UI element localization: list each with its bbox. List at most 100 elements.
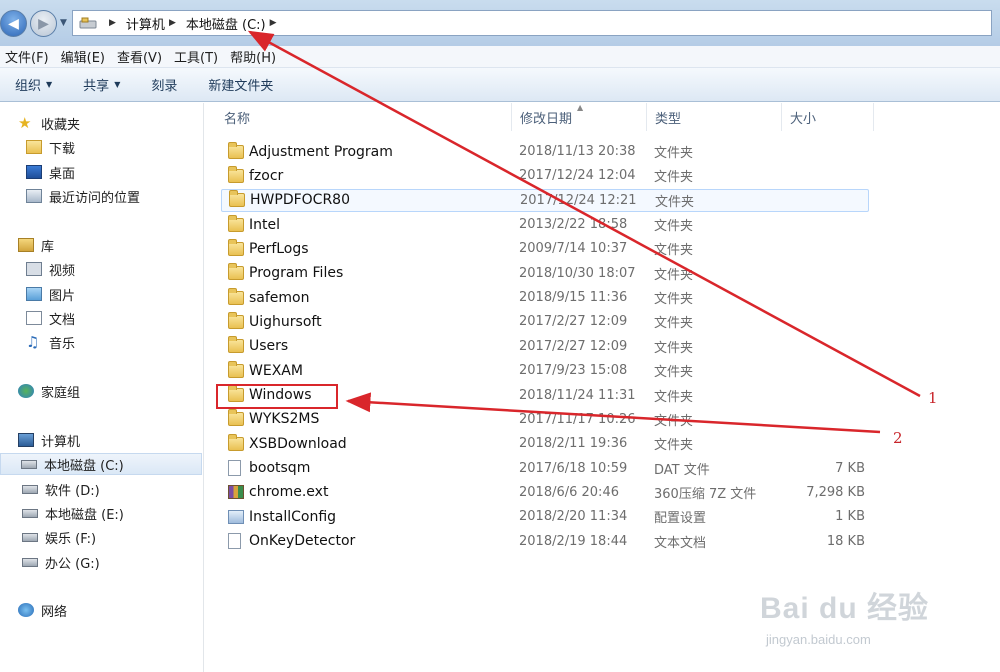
star-icon: ★ — [18, 114, 32, 132]
file-type: 文件夹 — [654, 292, 694, 308]
recent-pages-dropdown[interactable]: ▼ — [60, 18, 67, 28]
download-folder-icon — [26, 140, 42, 154]
breadcrumb-chevron-icon[interactable]: ▶ — [169, 18, 176, 28]
menu-edit[interactable]: 编辑(E) — [56, 47, 112, 66]
file-type: 文件夹 — [654, 267, 694, 283]
menu-view[interactable]: 查看(V) — [112, 47, 169, 66]
sidebar-item-drive-f[interactable]: 娱乐 (F:) — [22, 526, 96, 548]
file-row-perflogs[interactable]: PerfLogs 2009/7/14 10:37 文件夹 — [221, 237, 869, 260]
sidebar-favorites[interactable]: ★ 收藏夹 — [18, 112, 80, 134]
file-icon — [228, 460, 241, 477]
file-row-program-files[interactable]: Program Files 2018/10/30 18:07 文件夹 — [221, 262, 869, 285]
file-modified-date: 2009/7/14 10:37 — [519, 241, 628, 257]
breadcrumb-drive-c[interactable]: 本地磁盘 (C:) — [186, 14, 266, 33]
file-modified-date: 2018/11/13 20:38 — [519, 144, 636, 159]
archive-icon — [228, 485, 244, 500]
watermark-logo: Bai du 经验 — [760, 592, 930, 625]
folder-icon — [228, 214, 244, 232]
sidebar-item-documents[interactable]: 文档 — [26, 307, 75, 329]
sidebar-item-recent[interactable]: 最近访问的位置 — [26, 185, 140, 207]
file-row-intel[interactable]: Intel 2013/2/22 18:58 文件夹 — [221, 213, 869, 236]
file-row-fzocr[interactable]: fzocr 2017/12/24 12:04 文件夹 — [221, 164, 869, 187]
back-button[interactable]: ◀ — [0, 10, 27, 37]
folder-icon — [228, 287, 244, 305]
navigation-pane: ★ 收藏夹 下载 桌面 最近访问的位置 库 视频 图片 文档 ♫ 音乐 家庭组 … — [0, 103, 204, 672]
sidebar-network[interactable]: 网络 — [18, 599, 67, 621]
folder-icon — [228, 311, 244, 329]
breadcrumb-chevron-icon[interactable]: ▶ — [109, 18, 116, 28]
file-row-hwpdfocr80[interactable]: HWPDFOCR80 2017/12/24 12:21 文件夹 — [221, 188, 869, 212]
sidebar-item-drive-d[interactable]: 软件 (D:) — [22, 478, 100, 500]
sidebar-item-videos[interactable]: 视频 — [26, 258, 75, 280]
folder-icon — [228, 433, 244, 451]
sidebar-item-downloads[interactable]: 下载 — [26, 136, 75, 158]
organize-button[interactable]: 组织 ▼ — [15, 75, 52, 94]
forward-button[interactable]: ▶ — [30, 10, 57, 37]
folder-icon — [228, 336, 244, 354]
file-row-bootsqm[interactable]: bootsqm 2017/6/18 10:59 DAT 文件 7 KB — [221, 457, 869, 480]
file-type: 文件夹 — [655, 194, 695, 210]
file-name: Uighursoft — [249, 313, 322, 330]
address-bar[interactable]: ▶ 计算机 ▶ 本地磁盘 (C:) ▶ — [72, 10, 992, 36]
file-row-onkeydetector[interactable]: OnKeyDetector 2018/2/19 18:44 文本文档 18 KB — [221, 530, 869, 553]
caret-down-icon: ▼ — [114, 80, 121, 89]
watermark-url: jingyan.baidu.com — [766, 632, 871, 647]
file-name: Users — [249, 338, 289, 355]
file-type: 文件夹 — [654, 365, 694, 381]
drive-icon — [22, 557, 38, 567]
file-name: Intel — [249, 216, 280, 233]
file-type: 文件夹 — [654, 219, 694, 235]
file-row-uighursoft[interactable]: Uighursoft 2017/2/27 12:09 文件夹 — [221, 310, 869, 333]
column-type[interactable]: 类型 — [647, 103, 782, 131]
sidebar-item-drive-c[interactable]: 本地磁盘 (C:) — [0, 453, 202, 475]
menu-tools[interactable]: 工具(T) — [169, 47, 225, 66]
sidebar-item-desktop[interactable]: 桌面 — [26, 161, 75, 183]
breadcrumb-chevron-icon[interactable]: ▶ — [270, 18, 277, 28]
sidebar-item-pictures[interactable]: 图片 — [26, 283, 75, 305]
text-file-icon — [228, 533, 241, 550]
file-type: 文件夹 — [654, 146, 694, 161]
burn-button[interactable]: 刻录 — [151, 75, 177, 94]
column-header-row: ▲ 名称 修改日期 类型 大小 — [216, 103, 1000, 131]
file-modified-date: 2017/12/24 12:21 — [520, 192, 637, 208]
file-modified-date: 2017/2/27 12:09 — [519, 314, 628, 330]
file-type: 文件夹 — [654, 243, 694, 259]
folder-icon — [228, 141, 244, 159]
folder-icon — [228, 238, 244, 256]
share-button[interactable]: 共享 ▼ — [83, 75, 120, 94]
file-type: 360压缩 7Z 文件 — [654, 486, 757, 502]
column-size[interactable]: 大小 — [782, 103, 874, 131]
sidebar-homegroup[interactable]: 家庭组 — [18, 380, 80, 402]
file-row-wyks2ms[interactable]: WYKS2MS 2017/11/17 10:26 文件夹 — [221, 408, 869, 431]
column-name[interactable]: 名称 — [216, 103, 512, 131]
annotation-highlight-box — [216, 384, 338, 409]
title-bar: ◀ ▶ ▼ ▶ 计算机 ▶ 本地磁盘 (C:) ▶ — [0, 0, 1000, 46]
file-name: Program Files — [249, 265, 344, 282]
sidebar-libraries[interactable]: 库 — [18, 234, 54, 256]
file-row-adjustment-program[interactable]: Adjustment Program 2018/11/13 20:38 文件夹 — [221, 140, 869, 163]
new-folder-button[interactable]: 新建文件夹 — [208, 75, 273, 94]
menu-file[interactable]: 文件(F) — [0, 47, 56, 66]
sidebar-item-music[interactable]: ♫ 音乐 — [26, 331, 75, 353]
menu-help[interactable]: 帮助(H) — [225, 47, 283, 66]
file-name: chrome.ext — [249, 484, 329, 501]
file-row-wexam[interactable]: WEXAM 2017/9/23 15:08 文件夹 — [221, 359, 869, 382]
sidebar-computer[interactable]: 计算机 — [18, 429, 80, 451]
file-name: fzocr — [249, 167, 284, 184]
file-row-xsbdownload[interactable]: XSBDownload 2018/2/11 19:36 文件夹 — [221, 432, 869, 455]
file-row-users[interactable]: Users 2017/2/27 12:09 文件夹 — [221, 335, 869, 358]
documents-icon — [26, 311, 42, 325]
drive-icon — [79, 17, 97, 28]
sidebar-item-drive-g[interactable]: 办公 (G:) — [22, 551, 100, 573]
file-row-chrome-ext[interactable]: chrome.ext 2018/6/6 20:46 360压缩 7Z 文件 7,298… — [221, 481, 869, 504]
file-row-safemon[interactable]: safemon 2018/9/15 11:36 文件夹 — [221, 286, 869, 309]
drive-icon — [22, 484, 38, 494]
network-icon — [18, 603, 34, 617]
file-row-installconfig[interactable]: InstallConfig 2018/2/20 11:34 配置设置 1 KB — [221, 505, 869, 528]
file-type: 文件夹 — [654, 340, 694, 356]
system-drive-icon — [21, 459, 37, 469]
sidebar-item-drive-e[interactable]: 本地磁盘 (E:) — [22, 502, 124, 524]
column-modified-date[interactable]: 修改日期 — [512, 103, 647, 131]
file-modified-date: 2018/10/30 18:07 — [519, 265, 636, 281]
breadcrumb-computer[interactable]: 计算机 — [126, 14, 165, 33]
